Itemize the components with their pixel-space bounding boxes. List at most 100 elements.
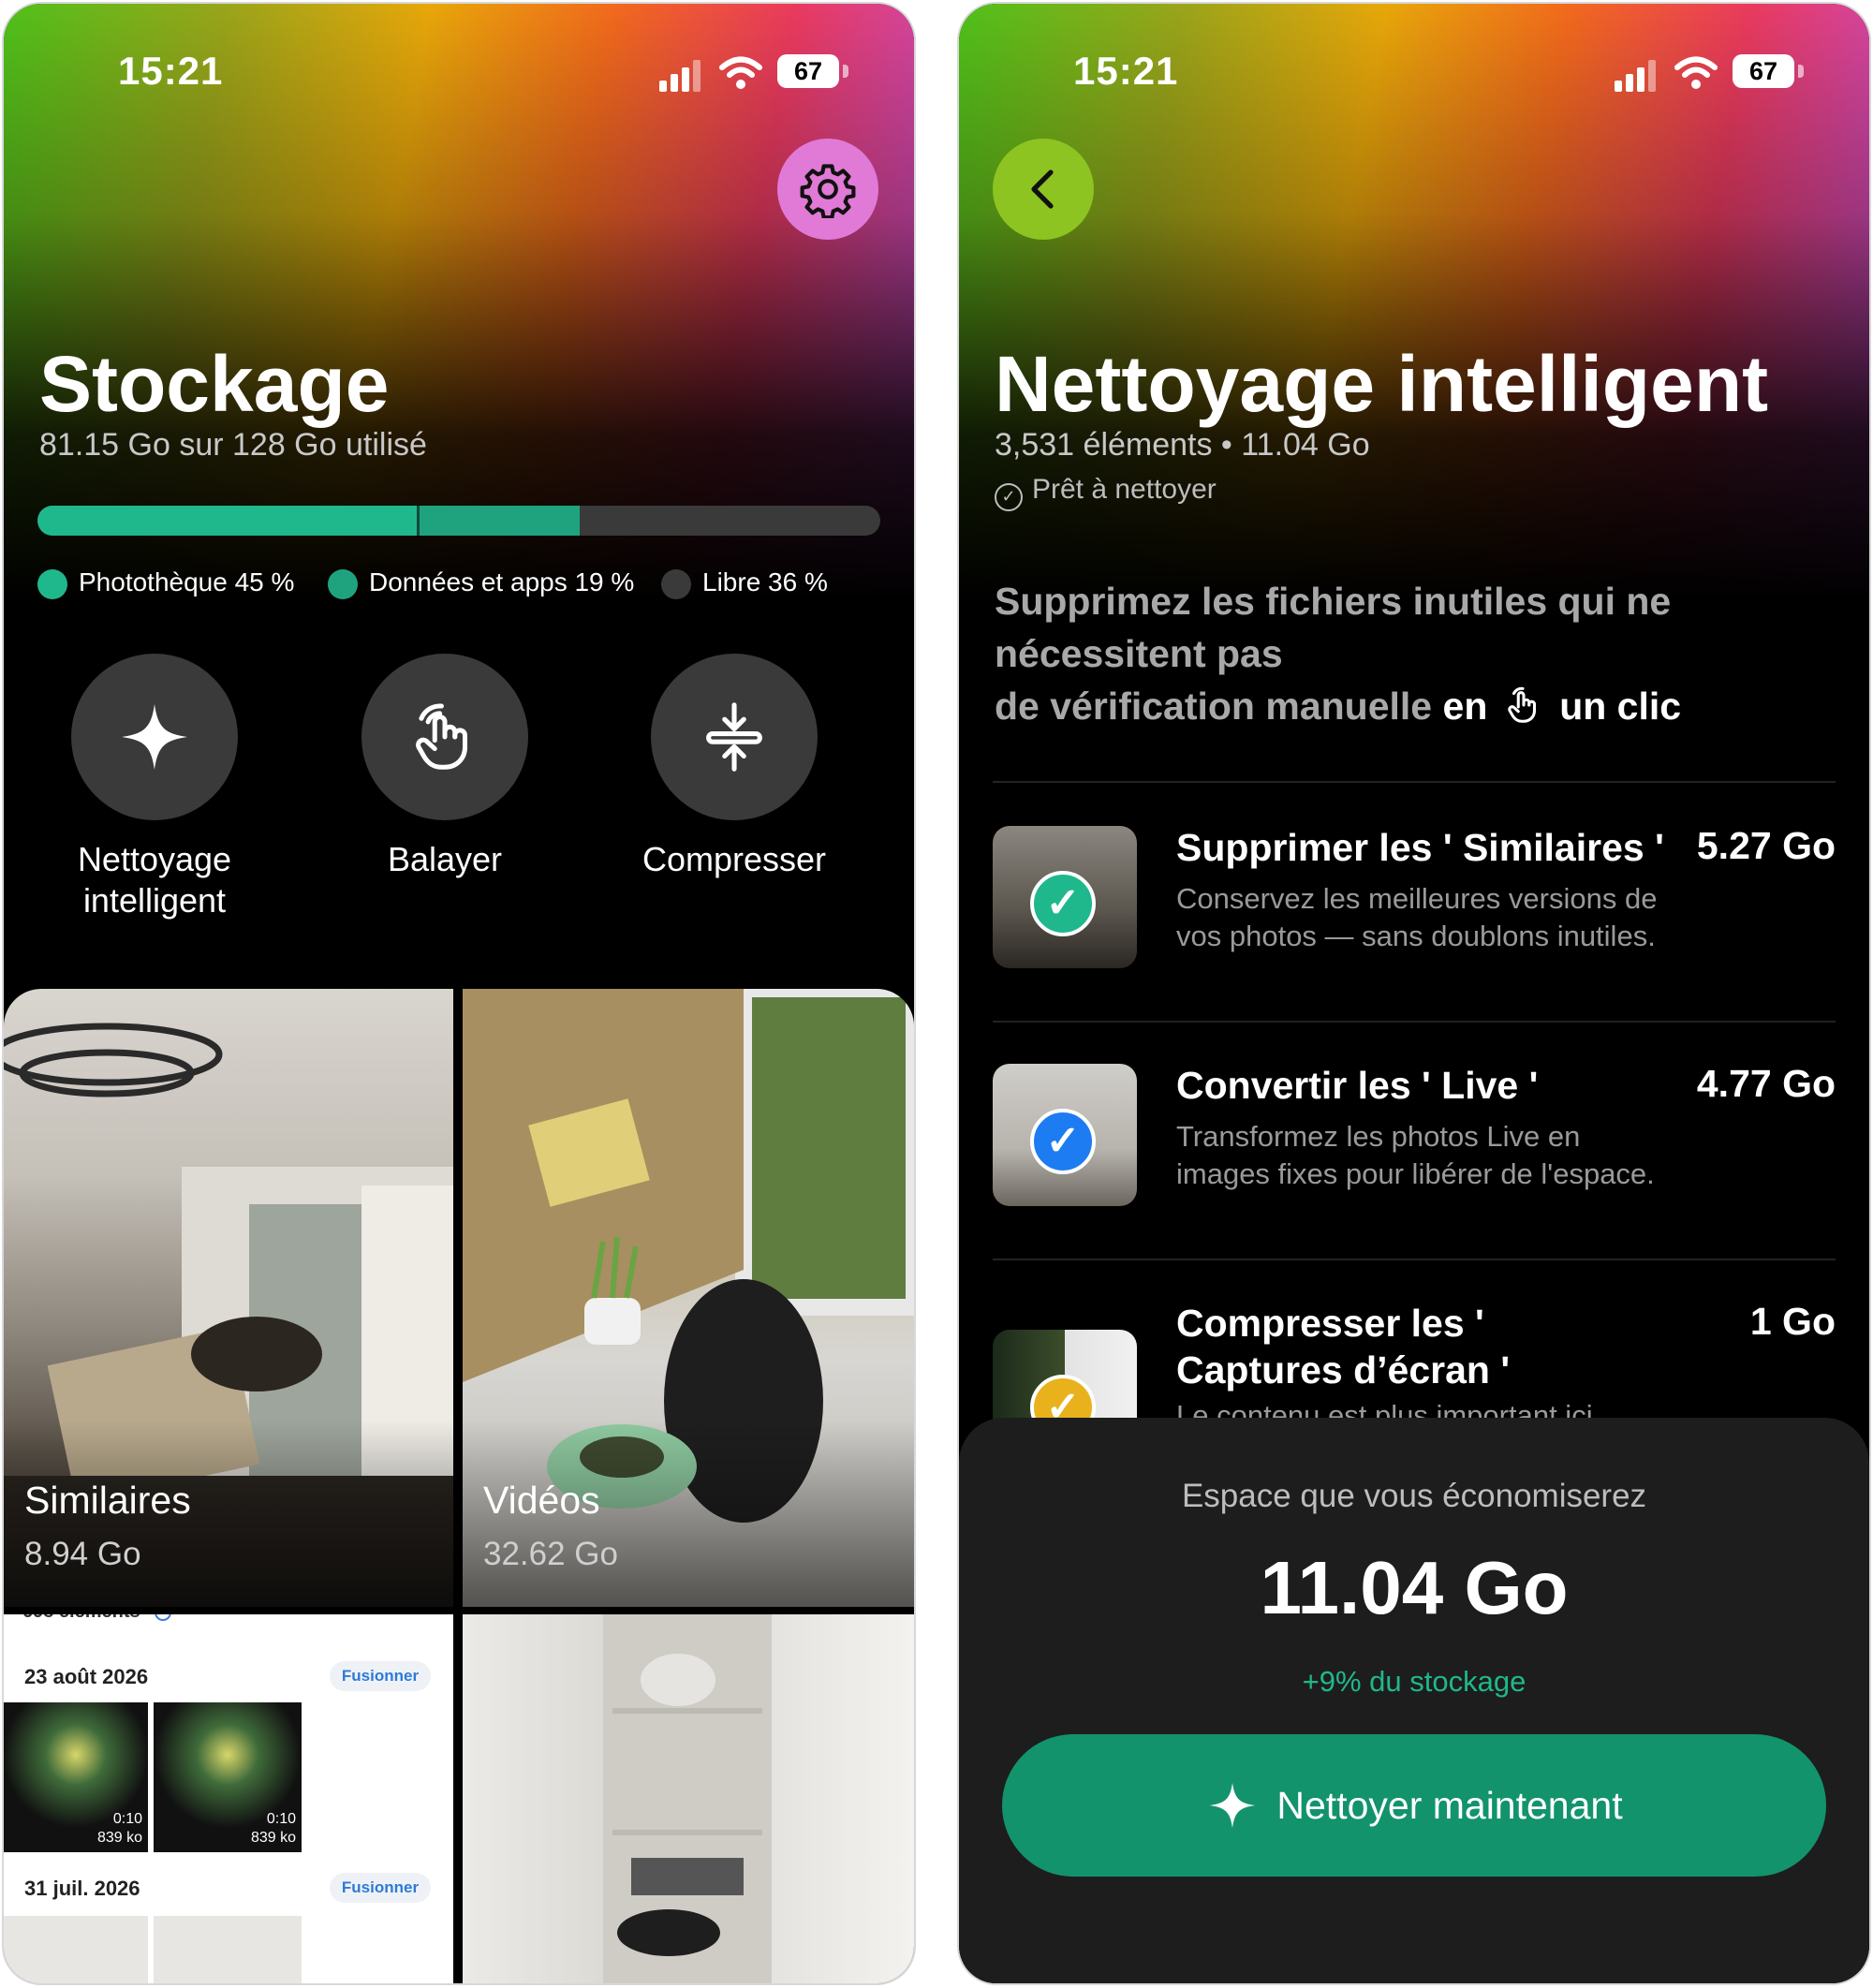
status-bar-right: 15:21 67	[959, 45, 1869, 101]
status-time-right: 15:21	[1073, 49, 1179, 93]
gear-icon	[800, 164, 856, 218]
check-circle-icon: ✓	[995, 483, 1023, 511]
similar-thumb: ✓	[993, 826, 1137, 968]
cellular-signal-icon	[1615, 60, 1656, 92]
status-time: 15:21	[118, 49, 224, 93]
item-size: 4.77 Go	[1696, 1062, 1836, 1105]
info-icon	[155, 1614, 172, 1621]
storage-bar	[37, 506, 880, 536]
merge-button[interactable]: Fusionner	[330, 1661, 431, 1691]
headline: Supprimez les fichiers inutiles qui ne n…	[995, 575, 1837, 732]
legend-dot-free	[661, 569, 691, 599]
headline-line-3: de vérification manuelle en un clic	[995, 680, 1837, 732]
back-button[interactable]	[993, 139, 1094, 240]
headline-line-3c: un clic	[1559, 685, 1682, 728]
preview-thumb-3	[4, 1916, 148, 1983]
legend-label-free: Libre 36 %	[702, 567, 828, 596]
legend-dot-photos	[37, 569, 67, 599]
savings-amount: 11.04 Go	[1260, 1546, 1569, 1629]
ready-status: ✓ Prêt à nettoyer	[995, 474, 1217, 511]
item-size: 1 Go	[1749, 1300, 1836, 1343]
savings-label: Espace que vous économiserez	[1181, 1478, 1647, 1514]
preview-count-label: 698 éléments	[22, 1614, 140, 1622]
item-title: Convertir les ' Live '	[1176, 1064, 1539, 1107]
similar-tile-title: Similaires	[24, 1479, 191, 1522]
wifi-icon	[719, 56, 762, 89]
videos-tile-size: 32.62 Go	[483, 1536, 618, 1572]
swipe-button[interactable]	[361, 654, 528, 820]
sparkle-icon	[122, 704, 187, 770]
wifi-icon	[1674, 56, 1718, 89]
storage-usage-text: 81.15 Go sur 128 Go utilisé	[39, 427, 427, 463]
live-thumb: ✓	[993, 1064, 1137, 1206]
smart-clean-label: Nettoyage intelligent	[77, 840, 232, 920]
videos-tile-title: Vidéos	[483, 1479, 600, 1522]
compress-label: Compresser	[642, 840, 827, 878]
item-desc: Conservez les meilleures versions de vos…	[1176, 882, 1658, 952]
settings-button[interactable]	[777, 139, 878, 240]
item-desc: Transformez les photos Live en images fi…	[1176, 1120, 1655, 1190]
headline-line-2: nécessitent pas	[995, 632, 1283, 675]
headline-line-3b: en	[1442, 685, 1488, 728]
storage-screen: 15:21 67 Stockage 81.15 Go sur 128 Go ut…	[4, 4, 914, 1983]
headline-line-1: Supprimez les fichiers inutiles qui ne	[995, 580, 1672, 623]
item-title: Compresser les ' Captures d’écran '	[1176, 1302, 1511, 1392]
thumb-duration-2: 0:10	[266, 1811, 296, 1827]
preview-thumb-4	[154, 1916, 302, 1983]
storage-legend: Photothèque 45 % Données et apps 19 % Li…	[37, 564, 899, 605]
status-bar: 15:21 67	[4, 45, 914, 101]
headline-line-3a: de vérification manuelle	[995, 685, 1433, 728]
thumb-size: 839 ko	[96, 1830, 142, 1846]
sparkle-icon	[1210, 1782, 1256, 1829]
preview-thumb-2: 0:10 839 ko	[154, 1702, 302, 1852]
tap-hand-icon	[1508, 686, 1536, 723]
storage-bar-apps	[417, 506, 580, 536]
legend-label-apps: Données et apps 19 %	[369, 567, 635, 596]
battery-tip	[1798, 65, 1804, 78]
battery-tip	[843, 65, 848, 78]
clean-item-live[interactable]: ✓ Convertir les ' Live ' Transformez les…	[993, 1026, 1836, 1260]
thumb-duration: 0:10	[112, 1811, 142, 1827]
savings-percent: +9% du stockage	[1302, 1665, 1526, 1698]
check-badge-blue: ✓	[1030, 1109, 1096, 1174]
divider-2	[993, 1259, 1836, 1260]
cabinet-photo-tile[interactable]	[463, 1614, 914, 1983]
clean-now-label: Nettoyer maintenant	[1276, 1783, 1623, 1827]
legend-dot-apps	[328, 569, 358, 599]
preview-count: 698 éléments	[22, 1614, 172, 1623]
battery-icon: 67	[1733, 54, 1794, 88]
similar-preview-tile[interactable]: 698 éléments 23 août 2026 Fusionner 0:10…	[4, 1614, 453, 1983]
item-title: Supprimer les ' Similaires '	[1176, 826, 1664, 869]
preview-thumb-1: 0:10 839 ko	[4, 1702, 148, 1852]
preview-group-date: 23 août 2026	[24, 1665, 149, 1688]
clean-item-similar[interactable]: ✓ Supprimer les ' Similaires ' Conservez…	[993, 788, 1836, 1023]
compress-icon	[706, 702, 762, 772]
compress-button[interactable]	[651, 654, 818, 820]
videos-tile[interactable]: Vidéos 32.62 Go	[463, 989, 914, 1607]
divider-top	[993, 781, 1836, 783]
divider-1	[993, 1021, 1836, 1023]
clean-now-button[interactable]: Nettoyer maintenant	[1002, 1734, 1826, 1877]
summary-text: 3,531 éléments • 11.04 Go	[995, 427, 1370, 463]
preview-group-date-2: 31 juil. 2026	[24, 1877, 140, 1900]
savings-sheet: Espace que vous économiserez 11.04 Go +9…	[959, 1418, 1869, 1983]
item-size: 5.27 Go	[1696, 824, 1836, 867]
merge-button-2[interactable]: Fusionner	[330, 1873, 431, 1903]
check-badge-green: ✓	[1030, 871, 1096, 936]
ready-label: Prêt à nettoyer	[1032, 474, 1217, 505]
smart-clean-button[interactable]	[71, 654, 238, 820]
similar-tile-size: 8.94 Go	[24, 1536, 141, 1572]
cabinet-photo	[603, 1614, 772, 1983]
swipe-label: Balayer	[387, 840, 503, 878]
thumb-size-2: 839 ko	[250, 1830, 296, 1846]
page-title: Nettoyage intelligent	[995, 340, 1769, 428]
page-title: Stockage	[39, 340, 390, 428]
legend-label-photos: Photothèque 45 %	[79, 567, 295, 596]
chevron-left-icon	[1031, 169, 1054, 209]
hand-swipe-icon	[416, 703, 468, 770]
battery-icon: 67	[777, 54, 839, 88]
storage-bar-photos	[37, 506, 417, 536]
similar-tile[interactable]: Similaires 8.94 Go	[4, 989, 453, 1607]
smart-clean-screen: 15:21 67 Nettoyage intelligent 3,531 élé…	[959, 4, 1869, 1983]
cellular-signal-icon	[659, 60, 701, 92]
